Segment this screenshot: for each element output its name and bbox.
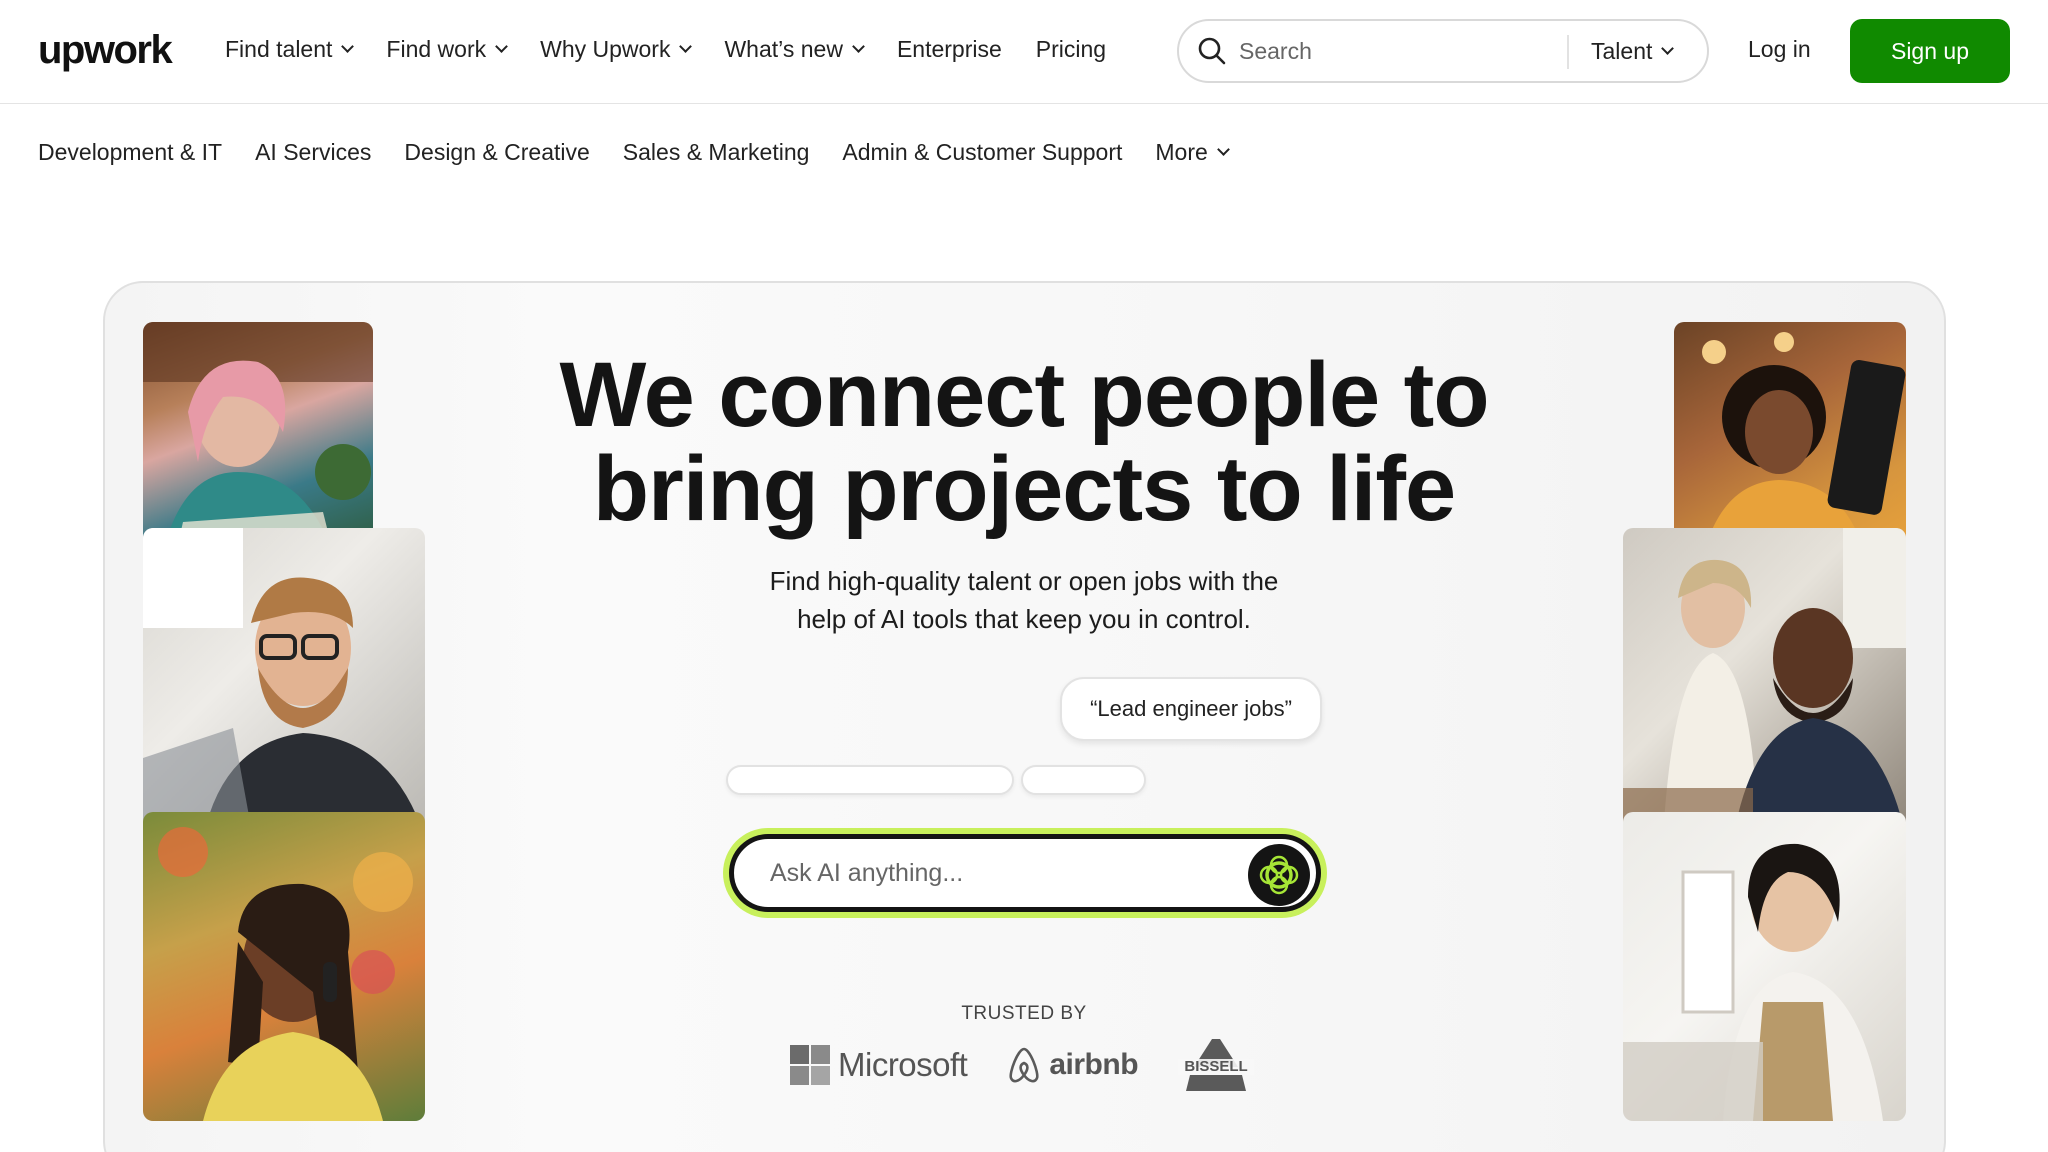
chevron-down-icon — [1661, 42, 1675, 55]
search-scope-select[interactable]: Talent — [1591, 38, 1675, 65]
category-bar: Development & IT AI Services Design & Cr… — [38, 139, 1261, 166]
upwork-logo[interactable]: upwork — [38, 28, 173, 73]
nav-why-upwork[interactable]: Why Upwork — [540, 36, 693, 63]
category-sales-marketing[interactable]: Sales & Marketing — [623, 139, 810, 166]
placeholder-pill-wide — [726, 765, 1014, 795]
nav-why-upwork-label: Why Upwork — [540, 36, 671, 62]
ai-submit-button[interactable] — [1248, 844, 1310, 906]
chevron-down-icon — [852, 40, 865, 53]
microsoft-wordmark: Microsoft — [838, 1046, 968, 1083]
trusted-logos: Microsoft airbnb BISSELL — [790, 1035, 1294, 1095]
ai-search-field — [723, 828, 1327, 918]
category-ai-services[interactable]: AI Services — [255, 139, 371, 166]
nav-enterprise-label: Enterprise — [896, 36, 1002, 62]
microsoft-squares-icon — [790, 1045, 830, 1085]
portrait-illustration-icon — [158, 827, 413, 1121]
hero-headline: We connect people to bring projects to l… — [0, 348, 2048, 536]
nav-find-work[interactable]: Find work — [386, 36, 508, 63]
nav-find-talent-label: Find talent — [225, 36, 333, 62]
airbnb-logo: airbnb — [1005, 1045, 1139, 1085]
category-more-label: More — [1155, 139, 1208, 165]
nav-pricing[interactable]: Pricing — [1036, 36, 1106, 63]
hero-subheading: Find high-quality talent or open jobs wi… — [0, 562, 2048, 638]
hero-headline-line-2: bring projects to life — [592, 438, 1456, 540]
ai-sparkle-icon — [1259, 855, 1299, 895]
chevron-down-icon — [1216, 143, 1230, 156]
nav-pricing-label: Pricing — [1035, 36, 1107, 62]
freelancer-photo-woman-phone — [143, 812, 425, 1121]
suggestion-bubble[interactable]: “Lead engineer jobs” — [1060, 677, 1322, 741]
bissell-logo: BISSELL — [1176, 1037, 1256, 1093]
chevron-down-icon — [341, 40, 355, 53]
chevron-down-icon — [495, 40, 508, 53]
microsoft-logo: Microsoft — [790, 1045, 968, 1085]
placeholder-pill-narrow — [1021, 765, 1146, 795]
nav-find-talent[interactable]: Find talent — [225, 36, 355, 63]
top-navigation-bar: upwork Find talent Find work Why Upwork … — [0, 0, 2048, 104]
search-bar: Talent — [1177, 19, 1709, 83]
hero-subheading-line-2: help of AI tools that keep you in contro… — [797, 604, 1251, 634]
ai-search-inner — [729, 834, 1321, 912]
nav-enterprise[interactable]: Enterprise — [897, 36, 1002, 63]
login-link[interactable]: Log in — [1748, 36, 1811, 63]
hero-subheading-line-1: Find high-quality talent or open jobs wi… — [769, 566, 1279, 596]
nav-find-work-label: Find work — [386, 36, 487, 62]
ai-prompt-input[interactable] — [770, 855, 1210, 891]
airbnb-wordmark: airbnb — [1049, 1048, 1139, 1081]
nav-whats-new-label: What’s new — [724, 36, 843, 62]
category-development-it[interactable]: Development & IT — [38, 139, 222, 166]
chevron-down-icon — [679, 40, 693, 53]
category-admin-support[interactable]: Admin & Customer Support — [842, 139, 1122, 166]
category-more[interactable]: More — [1155, 139, 1230, 166]
freelancer-photo-woman-laptop — [1623, 812, 1906, 1121]
search-input[interactable] — [1239, 35, 1539, 67]
category-design-creative[interactable]: Design & Creative — [404, 139, 589, 166]
signup-button[interactable]: Sign up — [1850, 19, 2010, 83]
nav-whats-new[interactable]: What’s new — [724, 36, 865, 63]
search-icon[interactable] — [1197, 36, 1227, 66]
airbnb-belo-icon — [1009, 1047, 1039, 1083]
search-scope-label: Talent — [1591, 38, 1653, 64]
trusted-by-label: TRUSTED BY — [961, 1003, 1087, 1024]
portrait-illustration-icon — [1623, 843, 1883, 1121]
bissell-wordmark: BISSELL — [1178, 1059, 1255, 1075]
search-divider — [1567, 35, 1569, 69]
hero-headline-line-1: We connect people to — [559, 344, 1489, 446]
main-nav: Find talent Find work Why Upwork What’s … — [225, 36, 1140, 63]
